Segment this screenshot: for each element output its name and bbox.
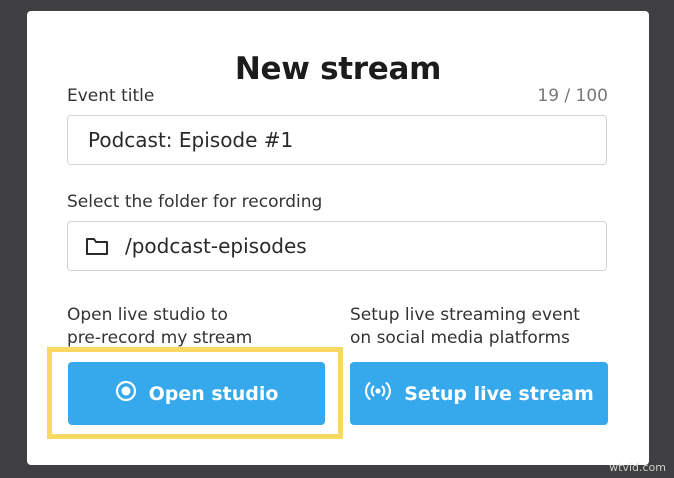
live-description-line1: Setup live streaming event xyxy=(350,305,580,325)
event-title-counter: 19 / 100 xyxy=(537,86,608,106)
event-title-input[interactable]: Podcast: Episode #1 xyxy=(67,115,607,165)
folder-icon xyxy=(85,236,109,256)
folder-value: /podcast-episodes xyxy=(125,234,307,258)
broadcast-icon xyxy=(364,380,392,407)
folder-label: Select the folder for recording xyxy=(67,192,323,212)
new-stream-dialog: New stream Event title 19 / 100 Podcast:… xyxy=(27,11,649,465)
live-description: Setup live streaming event on social med… xyxy=(350,304,610,350)
studio-description: Open live studio to pre-record my stream xyxy=(67,304,327,350)
setup-live-stream-label: Setup live stream xyxy=(404,382,594,405)
studio-description-line1: Open live studio to xyxy=(67,305,228,325)
watermark: wtvid.com xyxy=(609,461,666,474)
folder-select[interactable]: /podcast-episodes xyxy=(67,221,607,271)
setup-live-stream-button[interactable]: Setup live stream xyxy=(350,362,608,425)
event-title-value: Podcast: Episode #1 xyxy=(88,128,294,152)
event-title-label: Event title xyxy=(67,86,155,106)
open-studio-label: Open studio xyxy=(148,382,279,405)
open-studio-button[interactable]: Open studio xyxy=(68,362,325,425)
record-icon xyxy=(115,380,137,407)
live-description-line2: on social media platforms xyxy=(350,328,570,348)
dialog-title: New stream xyxy=(234,51,442,87)
